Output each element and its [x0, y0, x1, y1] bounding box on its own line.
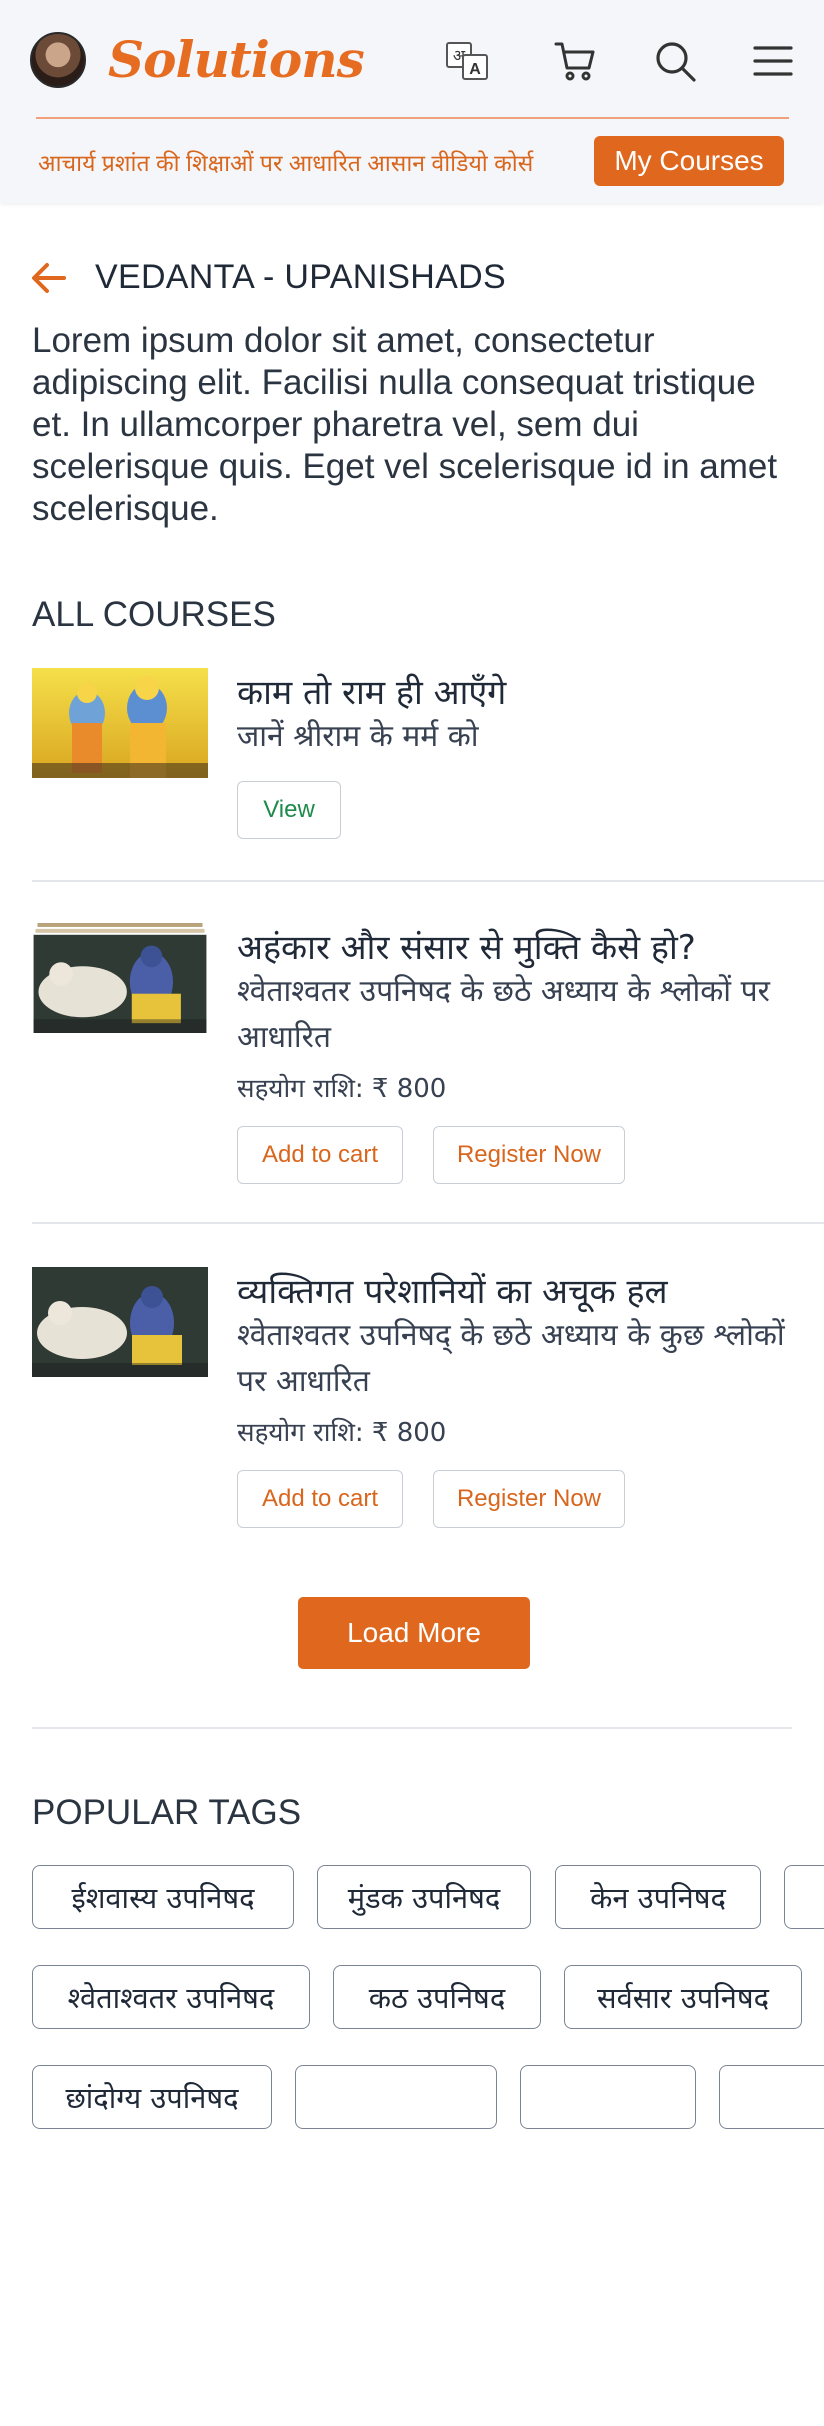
row-divider — [32, 880, 824, 882]
tag-chip[interactable]: मुंडक उपनिषद — [317, 1865, 531, 1929]
svg-text:A: A — [469, 61, 481, 78]
header-tagline: आचार्य प्रशांत की शिक्षाओं पर आधारित आसा… — [38, 150, 534, 176]
course-title[interactable]: काम तो राम ही आएँगे — [237, 668, 506, 714]
tag-chip[interactable] — [784, 1865, 824, 1929]
tag-chip[interactable] — [520, 2065, 696, 2129]
course-title[interactable]: व्यक्तिगत परेशानियों का अचूक हल — [237, 1267, 668, 1313]
course-thumbnail[interactable] — [32, 1267, 208, 1377]
page-description: Lorem ipsum dolor sit amet, consectetur … — [32, 321, 778, 528]
avatar[interactable] — [30, 32, 86, 88]
page-title: VEDANTA - UPANISHADS — [95, 258, 506, 296]
my-courses-button[interactable]: My Courses — [594, 136, 784, 186]
cart-icon[interactable] — [550, 36, 600, 86]
course-subtitle: श्वेताश्वतर उपनिषद के छठे अध्याय के श्लो… — [237, 974, 770, 1055]
menu-icon[interactable] — [748, 36, 798, 86]
course-title[interactable]: अहंकार और संसार से मुक्ति कैसे हो? — [237, 923, 696, 969]
view-button[interactable]: View — [237, 781, 341, 839]
site-header: Solutions अ A आचार्य प्रशांत की शिक्षाओं… — [0, 0, 824, 203]
row-divider — [32, 1222, 824, 1224]
tag-chip[interactable]: श्वेताश्वतर उपनिषद — [32, 1965, 310, 2029]
back-arrow-icon[interactable] — [30, 260, 68, 296]
tag-chip[interactable] — [719, 2065, 824, 2129]
register-now-button[interactable]: Register Now — [433, 1126, 625, 1184]
tag-chip[interactable]: छांदोग्य उपनिषद — [32, 2065, 272, 2129]
course-thumbnail[interactable] — [32, 668, 208, 778]
tag-chip[interactable]: ईशवास्य उपनिषद — [32, 1865, 294, 1929]
brand-logo[interactable]: Solutions — [108, 30, 365, 89]
course-subtitle: जानें श्रीराम के मर्म को — [237, 719, 479, 754]
all-courses-heading: ALL COURSES — [32, 595, 276, 634]
tag-chip[interactable]: सर्वसार उपनिषद — [564, 1965, 802, 2029]
course-card: व्यक्तिगत परेशानियों का अचूक हल श्वेताश्… — [32, 1267, 824, 1537]
course-price: सहयोग राशि: ₹ 800 — [237, 1418, 447, 1448]
course-subtitle: श्वेताश्वतर उपनिषद् के छठे अध्याय के कुछ… — [237, 1318, 785, 1399]
section-divider — [32, 1727, 792, 1729]
course-price: सहयोग राशि: ₹ 800 — [237, 1074, 447, 1104]
tag-chip[interactable]: कठ उपनिषद — [333, 1965, 541, 2029]
load-more-button[interactable]: Load More — [298, 1597, 530, 1669]
course-card: अहंकार और संसार से मुक्ति कैसे हो? श्वेत… — [32, 923, 824, 1193]
register-now-button[interactable]: Register Now — [433, 1470, 625, 1528]
translate-icon[interactable]: अ A — [442, 36, 492, 86]
add-to-cart-button[interactable]: Add to cart — [237, 1126, 403, 1184]
add-to-cart-button[interactable]: Add to cart — [237, 1470, 403, 1528]
course-card: काम तो राम ही आएँगे जानें श्रीराम के मर्… — [32, 668, 824, 868]
search-icon[interactable] — [650, 36, 700, 86]
tag-chip[interactable] — [295, 2065, 497, 2129]
tag-chip[interactable]: केन उपनिषद — [555, 1865, 761, 1929]
course-thumbnail[interactable] — [32, 923, 208, 1033]
popular-tags-heading: POPULAR TAGS — [32, 1793, 302, 1832]
header-divider — [36, 117, 789, 119]
